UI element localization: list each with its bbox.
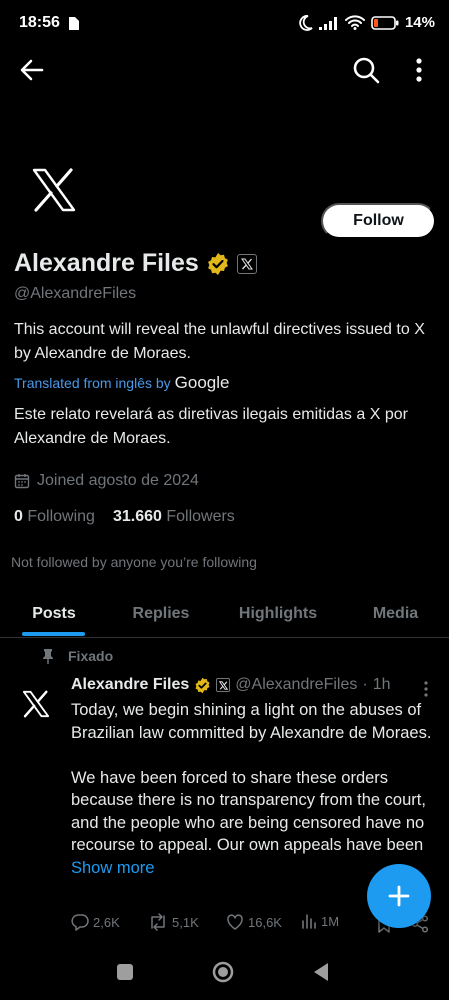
nav-back-button[interactable] bbox=[312, 962, 330, 982]
tweet-more-icon[interactable] bbox=[421, 680, 431, 698]
sim-icon bbox=[69, 17, 79, 30]
following-label: Following bbox=[27, 508, 95, 525]
show-more-link[interactable]: Show more bbox=[71, 859, 154, 877]
google-logo: Google bbox=[174, 373, 230, 392]
like-count: 16,6K bbox=[248, 914, 282, 930]
profile-avatar[interactable] bbox=[12, 148, 96, 232]
follow-stats: 0 Following 31.660 Followers bbox=[14, 508, 235, 526]
pinned-label-row: Fixado bbox=[42, 648, 113, 664]
views-count: 1M bbox=[321, 913, 340, 929]
translated-from[interactable]: Translated from inglês by Google bbox=[14, 373, 230, 393]
tweet-text[interactable]: Today, we begin shining a light on the a… bbox=[71, 699, 441, 879]
search-icon[interactable] bbox=[352, 56, 380, 84]
repost-icon bbox=[151, 913, 165, 931]
verified-badge-icon bbox=[207, 252, 228, 275]
profile-bio-translated: Este relato revelará as diretivas ilegai… bbox=[14, 406, 408, 447]
battery-percent: 14% bbox=[404, 14, 435, 31]
more-vertical-icon[interactable] bbox=[408, 56, 430, 84]
not-followed-text: Not followed by anyone you’re following bbox=[11, 554, 257, 570]
heart-icon bbox=[227, 914, 243, 930]
compose-button[interactable] bbox=[367, 864, 431, 928]
profile-bio: This account will reveal the unlawful di… bbox=[14, 321, 425, 362]
tweet-body: Today, we begin shining a light on the a… bbox=[71, 701, 432, 854]
profile-handle: @AlexandreFiles bbox=[14, 285, 137, 302]
following-count: 0 bbox=[14, 508, 23, 525]
system-nav-bar bbox=[0, 942, 449, 1000]
tweet-avatar[interactable] bbox=[12, 680, 60, 728]
x-logo-icon bbox=[22, 690, 50, 718]
like-action[interactable]: 16,6K bbox=[226, 913, 282, 931]
tab-media[interactable]: Media bbox=[342, 590, 449, 638]
x-affiliate-badge-icon bbox=[216, 678, 231, 692]
tweet-header: Alexandre Files @AlexandreFiles · 1h bbox=[71, 676, 441, 694]
wifi-icon bbox=[344, 15, 365, 30]
top-bar bbox=[0, 48, 449, 92]
tab-highlights[interactable]: Highlights bbox=[214, 590, 342, 638]
signal-icon bbox=[318, 16, 337, 30]
home-button[interactable] bbox=[212, 961, 234, 983]
tab-posts[interactable]: Posts bbox=[0, 590, 108, 638]
tweet-author-handle: @AlexandreFiles bbox=[235, 676, 358, 693]
status-bar: 18:56 14% bbox=[0, 0, 449, 48]
followers-label: Followers bbox=[166, 508, 235, 525]
recents-button[interactable] bbox=[117, 964, 133, 980]
back-arrow-icon[interactable] bbox=[18, 56, 46, 84]
joined-date: Joined agosto de 2024 bbox=[14, 472, 199, 490]
tweet-separator: · bbox=[362, 676, 368, 693]
translated-label[interactable]: Translated from inglês by bbox=[14, 375, 171, 391]
reply-action[interactable]: 2,6K bbox=[71, 913, 120, 931]
verified-badge-icon bbox=[195, 677, 210, 693]
calendar-icon bbox=[14, 474, 30, 489]
tweet-author-name[interactable]: Alexandre Files bbox=[71, 676, 189, 694]
repost-action[interactable]: 5,1K bbox=[148, 913, 199, 931]
profile-name-row: Alexandre Files bbox=[14, 249, 257, 278]
followers-link[interactable]: 31.660 Followers bbox=[113, 508, 235, 526]
battery-icon bbox=[371, 15, 399, 30]
reply-count: 2,6K bbox=[93, 914, 120, 930]
reply-icon bbox=[71, 914, 89, 931]
followers-count: 31.660 bbox=[112, 508, 162, 525]
pin-icon bbox=[43, 649, 53, 664]
profile-tabs: Posts Replies Highlights Media bbox=[0, 590, 449, 638]
tweet-time: 1h bbox=[372, 676, 391, 693]
status-time: 18:56 bbox=[19, 14, 60, 31]
repost-count: 5,1K bbox=[172, 914, 199, 930]
views-action[interactable]: 1M bbox=[301, 913, 339, 929]
following-link[interactable]: 0 Following bbox=[14, 508, 95, 526]
views-icon bbox=[302, 914, 316, 929]
plus-icon bbox=[388, 885, 410, 907]
follow-button[interactable]: Follow bbox=[321, 203, 436, 239]
moon-icon bbox=[299, 14, 313, 31]
x-affiliate-badge-icon[interactable] bbox=[236, 253, 257, 274]
tab-replies[interactable]: Replies bbox=[108, 590, 214, 638]
joined-text: Joined agosto de 2024 bbox=[37, 472, 199, 489]
pinned-label: Fixado bbox=[68, 648, 114, 664]
x-logo-icon bbox=[32, 168, 76, 212]
profile-name: Alexandre Files bbox=[14, 249, 199, 277]
active-tab-indicator bbox=[22, 632, 85, 636]
